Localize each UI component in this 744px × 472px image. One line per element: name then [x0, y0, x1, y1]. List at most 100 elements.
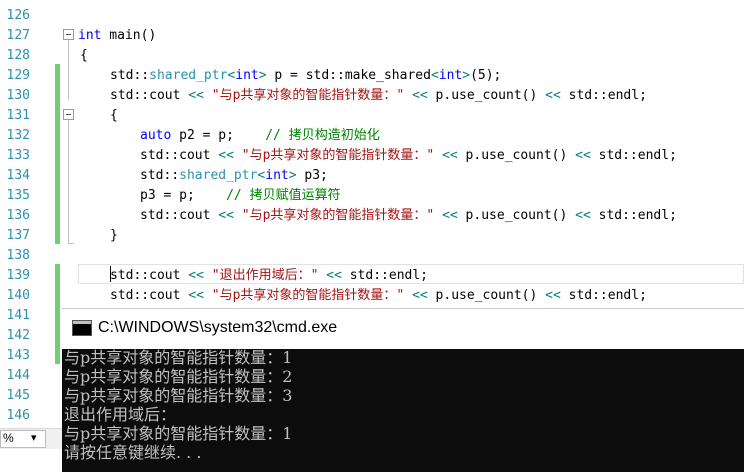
code-token: // 拷贝赋值运算符 — [226, 188, 341, 203]
line-number: 144 — [6, 368, 30, 383]
code-token: "与p共享对象的智能指针数量：" — [233, 148, 443, 163]
cmd-icon — [72, 320, 92, 336]
code-token: shared_ptr — [149, 68, 228, 83]
code-line[interactable]: auto p2 = p; // 拷贝构造初始化 — [140, 126, 380, 146]
code-token: << — [575, 208, 591, 223]
code-token: std::cout — [140, 148, 219, 163]
code-token: std::endl; — [341, 268, 428, 283]
code-token: std:: — [140, 168, 180, 183]
code-line[interactable]: int main() — [78, 26, 156, 46]
code-line[interactable]: { — [110, 106, 118, 126]
code-token: p3 = p; — [140, 188, 227, 203]
code-line[interactable]: std::shared_ptr<int> p = std::make_share… — [110, 66, 501, 86]
code-line[interactable]: std::shared_ptr<int> p3; — [140, 166, 328, 186]
code-token: << — [412, 88, 428, 103]
code-token: > — [462, 68, 471, 83]
code-token: << — [188, 88, 204, 103]
line-number: 127 — [6, 28, 30, 43]
code-token: p.use_count() — [457, 148, 576, 163]
code-line[interactable]: std::cout << "与p共享对象的智能指针数量：" << p.use_c… — [140, 206, 677, 226]
code-token: std:: — [110, 68, 150, 83]
zoom-label: % — [3, 431, 14, 445]
line-number: 138 — [6, 248, 30, 263]
code-token: << — [326, 268, 342, 283]
code-token: std::cout — [110, 88, 189, 103]
code-token: // 拷贝构造初始化 — [265, 128, 380, 143]
code-token: shared_ptr — [179, 168, 258, 183]
console-output-line: 与p共享对象的智能指针数量：3 — [64, 386, 293, 405]
code-token: p.use_count() — [427, 288, 546, 303]
fold-guide-line-2 — [68, 120, 69, 244]
code-token: "退出作用域后：" — [203, 268, 327, 283]
code-token: << — [218, 148, 234, 163]
line-number: 130 — [6, 88, 30, 103]
line-number: 140 — [6, 288, 30, 303]
code-token: std::cout — [110, 268, 189, 283]
code-line[interactable]: { — [80, 46, 88, 66]
code-token: p.use_count() — [457, 208, 576, 223]
fold-end-tick — [68, 243, 74, 244]
code-token: << — [188, 268, 204, 283]
code-token: << — [442, 208, 458, 223]
console-output-line: 与p共享对象的智能指针数量：1 — [64, 348, 293, 367]
console-titlebar[interactable]: C:\WINDOWS\system32\cmd.exe — [62, 308, 744, 349]
code-line[interactable]: std::cout << "与p共享对象的智能指针数量：" << p.use_c… — [110, 286, 647, 306]
code-token: int — [235, 68, 259, 83]
change-indicator-bar-2 — [55, 264, 60, 364]
code-line[interactable]: } — [110, 226, 118, 246]
console-title: C:\WINDOWS\system32\cmd.exe — [98, 319, 338, 336]
code-token: p = std::make_shared — [266, 68, 431, 83]
line-number: 135 — [6, 188, 30, 203]
chevron-down-icon: ▾ — [31, 432, 37, 444]
code-line[interactable]: std::cout << "与p共享对象的智能指针数量：" << p.use_c… — [140, 146, 677, 166]
code-token: "与p共享对象的智能指针数量：" — [203, 288, 413, 303]
console-output-line: 与p共享对象的智能指针数量：1 — [64, 424, 293, 443]
change-indicator-bar — [55, 64, 60, 244]
line-number: 126 — [6, 8, 30, 23]
cmd-console-window[interactable]: C:\WINDOWS\system32\cmd.exe 与p共享对象的智能指针数… — [62, 308, 744, 472]
code-token: p2 = p; — [171, 128, 266, 143]
console-output-line: 与p共享对象的智能指针数量：2 — [64, 367, 293, 386]
collapse-block-icon[interactable] — [63, 109, 74, 120]
line-number: 143 — [6, 348, 30, 363]
code-token: << — [412, 288, 428, 303]
line-number: 136 — [6, 208, 30, 223]
console-output-line: 请按任意键继续. . . — [64, 443, 202, 462]
code-token: int — [438, 68, 463, 83]
line-number: 134 — [6, 168, 30, 183]
code-token: p.use_count() — [427, 88, 546, 103]
code-line[interactable]: std::cout << "与p共享对象的智能指针数量：" << p.use_c… — [110, 86, 647, 106]
code-token: << — [575, 148, 591, 163]
code-token: std::cout — [140, 208, 219, 223]
zoom-dropdown[interactable]: % ▾ — [0, 430, 46, 448]
code-token: std::cout — [110, 288, 189, 303]
line-number: 139 — [6, 268, 30, 283]
line-number: 146 — [6, 408, 30, 423]
line-number: 141 — [6, 308, 30, 323]
code-token: > — [288, 168, 297, 183]
code-token: } — [110, 228, 118, 243]
line-number: 131 — [6, 108, 30, 123]
code-token: "与p共享对象的智能指针数量：" — [233, 208, 443, 223]
code-token: int — [265, 168, 289, 183]
code-token: (5); — [470, 68, 502, 83]
collapse-main-icon[interactable] — [63, 29, 74, 40]
code-token: < — [430, 68, 439, 83]
line-number: 129 — [6, 68, 30, 83]
code-token: std::endl; — [560, 288, 647, 303]
code-line[interactable]: p3 = p; // 拷贝赋值运算符 — [140, 186, 341, 206]
code-token: > — [258, 68, 267, 83]
code-token: { — [110, 108, 118, 123]
fold-guide-line — [68, 40, 69, 100]
code-token: "与p共享对象的智能指针数量：" — [203, 88, 413, 103]
line-number: 145 — [6, 388, 30, 403]
code-token: main() — [101, 28, 157, 43]
line-number: 133 — [6, 148, 30, 163]
code-line[interactable]: std::cout << "退出作用域后：" << std::endl; — [110, 266, 428, 286]
code-token: << — [442, 148, 458, 163]
line-number: 137 — [6, 228, 30, 243]
code-token: { — [80, 48, 88, 63]
code-token: << — [545, 288, 561, 303]
code-token: << — [218, 208, 234, 223]
code-token: p3; — [296, 168, 328, 183]
